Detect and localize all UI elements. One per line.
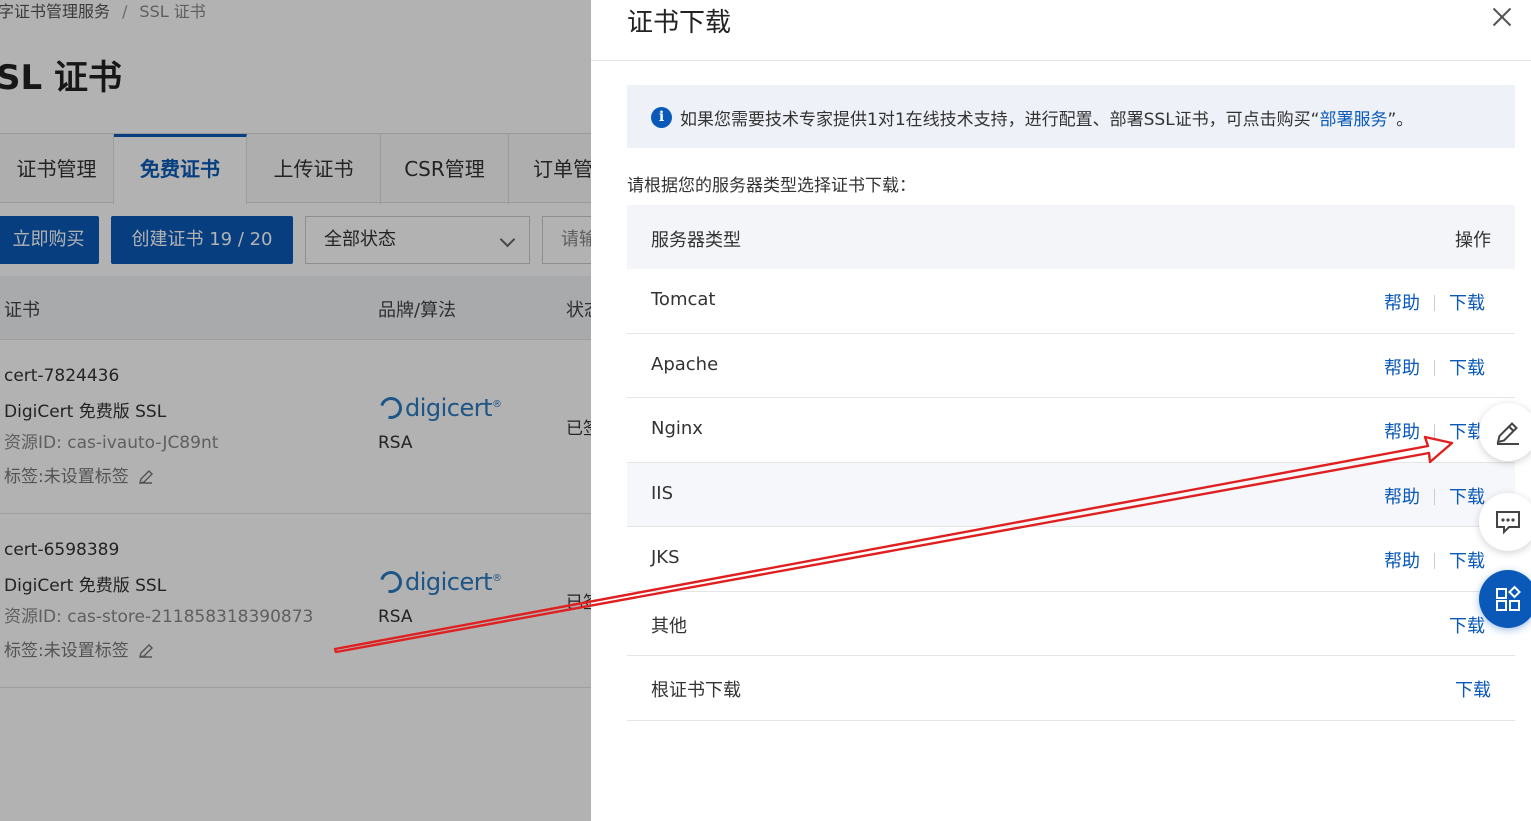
notice-text: 如果您需要技术专家提供1对1在线技术支持，进行配置、部署SSL证书，可点击购买“… <box>680 105 1413 130</box>
server-name: IIS <box>651 482 674 504</box>
server-name: JKS <box>651 547 680 568</box>
download-link[interactable]: 下载 <box>1449 293 1485 314</box>
chat-float-button[interactable] <box>1479 493 1531 551</box>
help-link[interactable]: 帮助 <box>1384 422 1420 443</box>
edit-icon <box>1496 422 1519 445</box>
edit-float-button[interactable] <box>1479 403 1531 461</box>
server-name: Tomcat <box>651 289 716 310</box>
row-actions: 帮助 下载 <box>1384 354 1485 380</box>
row-actions: 帮助 下载 <box>1384 483 1485 509</box>
drawer-header: 证书下载 <box>591 0 1531 61</box>
apps-icon <box>1496 585 1521 611</box>
notice-suffix: ”。 <box>1387 110 1414 130</box>
server-row-root-cert: 根证书下载 下载 <box>627 656 1515 721</box>
server-row-nginx: Nginx 帮助 下载 <box>627 398 1515 463</box>
close-icon[interactable] <box>1491 6 1513 28</box>
info-icon: i <box>651 107 672 128</box>
server-row-tomcat: Tomcat 帮助 下载 <box>627 269 1515 334</box>
help-link[interactable]: 帮助 <box>1384 358 1420 379</box>
row-actions: 帮助 下载 <box>1384 289 1485 315</box>
header-server-type: 服务器类型 <box>651 230 741 251</box>
help-link[interactable]: 帮助 <box>1384 293 1420 314</box>
row-actions: 帮助 下载 <box>1384 418 1485 444</box>
modal-mask[interactable] <box>0 0 591 821</box>
server-name: Apache <box>651 353 719 375</box>
server-name: 其他 <box>651 615 687 637</box>
row-actions: 帮助 下载 <box>1384 547 1485 573</box>
notice-body: 如果您需要技术专家提供1对1在线技术支持，进行配置、部署SSL证书，可点击购买“ <box>680 110 1320 130</box>
server-row-jks: JKS 帮助 下载 <box>627 527 1515 592</box>
server-name: 根证书下载 <box>651 680 741 701</box>
server-row-iis: IIS 帮助 下载 <box>627 462 1515 527</box>
server-row-other: 其他 下载 <box>627 591 1515 656</box>
action-divider <box>1434 424 1435 440</box>
header-operations: 操作 <box>1455 230 1491 251</box>
server-table-header: 服务器类型 操作 <box>627 205 1515 269</box>
notice-banner: i 如果您需要技术专家提供1对1在线技术支持，进行配置、部署SSL证书，可点击购… <box>627 85 1515 148</box>
chat-icon <box>1496 511 1520 535</box>
download-drawer: 证书下载 i 如果您需要技术专家提供1对1在线技术支持，进行配置、部署SSL证书… <box>591 0 1531 821</box>
drawer-title: 证书下载 <box>627 8 732 38</box>
help-link[interactable]: 帮助 <box>1384 551 1420 572</box>
download-link[interactable]: 下载 <box>1449 616 1485 637</box>
download-link[interactable]: 下载 <box>1449 358 1485 379</box>
server-name: Nginx <box>651 418 703 439</box>
apps-float-button[interactable] <box>1479 570 1531 628</box>
deploy-service-link[interactable]: 部署服务 <box>1320 110 1388 130</box>
download-link[interactable]: 下载 <box>1455 680 1491 701</box>
server-type-table: 服务器类型 操作 Tomcat 帮助 下载 Apache 帮助 下载 Nginx 帮… <box>627 205 1515 721</box>
help-link[interactable]: 帮助 <box>1384 487 1420 508</box>
action-divider <box>1434 488 1435 505</box>
download-link[interactable]: 下载 <box>1449 487 1485 508</box>
row-actions: 下载 <box>1449 612 1485 638</box>
server-row-apache: Apache 帮助 下载 <box>627 333 1515 398</box>
server-type-prompt: 请根据您的服务器类型选择证书下载： <box>627 176 916 196</box>
action-divider <box>1434 553 1435 569</box>
download-link[interactable]: 下载 <box>1449 551 1485 572</box>
action-divider <box>1434 359 1435 376</box>
row-actions: 下载 <box>1455 676 1491 702</box>
action-divider <box>1434 295 1435 311</box>
